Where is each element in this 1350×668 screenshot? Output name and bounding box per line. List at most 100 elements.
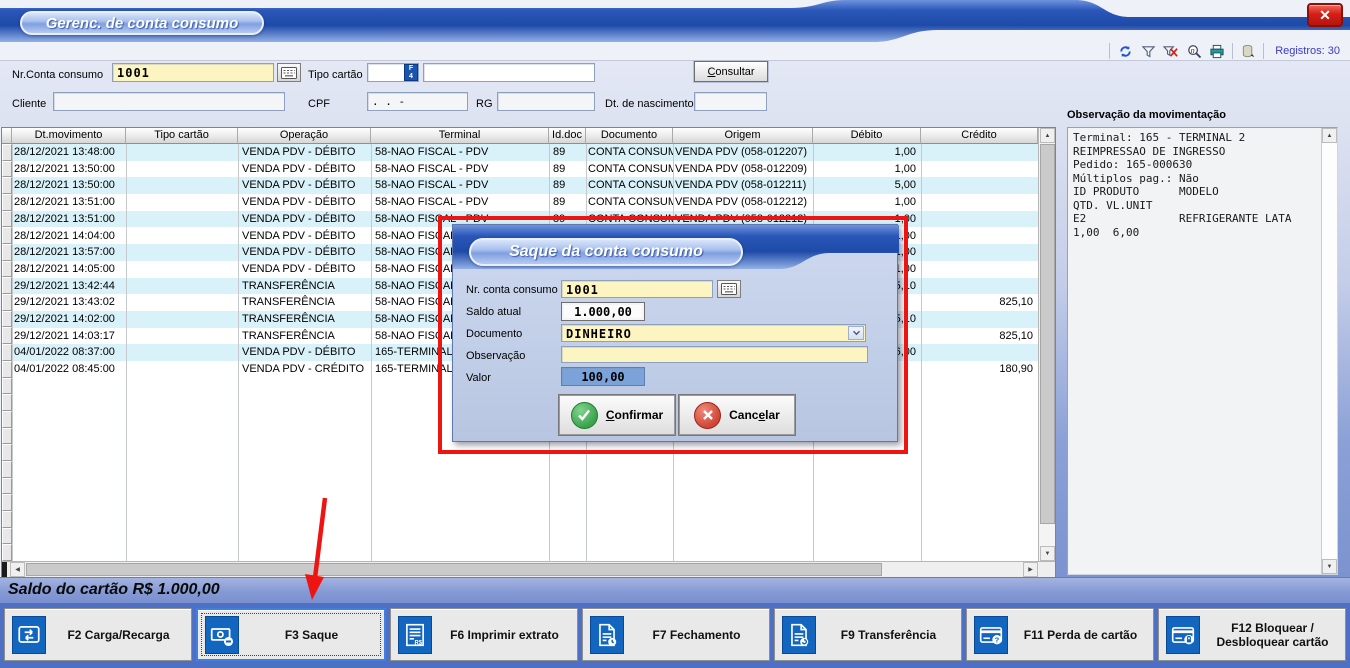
table-cell [126,311,238,328]
row-indicator[interactable] [2,261,12,278]
column-separator [371,144,372,561]
observacao-text: Terminal: 165 - TERMINAL 2 REIMPRESSAO D… [1073,131,1319,571]
f9-transferencia-button[interactable]: F9 Transferência [774,608,962,661]
table-cell: 58-NAO FISCAL - PDV [371,144,549,161]
confirmar-button[interactable]: Confirmar [559,395,675,435]
row-indicator[interactable] [2,461,12,478]
f3-saque-button[interactable]: F3 Saque [196,608,386,661]
vertical-scroll-thumb[interactable] [1040,144,1055,524]
dialog-documento-select[interactable]: DINHEIRO [561,324,866,342]
table-cell: CONTA CONSUMO [586,144,673,161]
column-header[interactable]: Crédito [921,128,1038,144]
table-cell: VENDA PDV (058-012211) [673,177,813,194]
chevron-down-icon[interactable] [848,326,864,340]
toolbar: n Registros: 30 [0,42,1350,60]
table-cell [126,361,238,378]
f6-imprimir-extrato-button[interactable]: R$ F6 Imprimir extrato [390,608,578,661]
search-records-icon[interactable]: n [1186,43,1202,59]
dialog-valor-label: Valor [466,372,491,384]
clear-filter-icon[interactable] [1163,43,1179,59]
f11-perda-cartao-button[interactable]: ? F11 Perda de cartão [966,608,1154,661]
nr-conta-input[interactable]: 1001 [112,63,274,82]
table-cell: CONTA CONSUMO [586,194,673,211]
rg-input[interactable] [497,92,595,111]
row-indicator[interactable] [2,428,12,445]
consultar-button[interactable]: Consultar [694,61,768,82]
dialog-nr-conta-input[interactable]: 1001 [561,280,713,298]
scroll-up-icon[interactable]: ▲ [1040,128,1055,143]
scroll-right-icon[interactable]: ▶ [1023,562,1038,577]
row-indicator[interactable] [2,394,12,411]
f9-label: F9 Transferência [816,628,961,642]
column-header[interactable]: Tipo cartão [126,128,238,144]
table-row[interactable]: 28/12/2021 13:50:00VENDA PDV - DÉBITO58-… [12,161,1038,178]
horizontal-scrollbar[interactable]: ◀ ▶ [2,561,1055,577]
row-indicator[interactable] [2,277,12,294]
row-indicator[interactable] [2,161,12,178]
column-header[interactable]: Dt.movimento [12,128,126,144]
table-row[interactable]: 28/12/2021 13:48:00VENDA PDV - DÉBITO58-… [12,144,1038,161]
dt-nascimento-input[interactable] [694,92,767,111]
close-button[interactable]: ✕ [1307,3,1343,27]
row-indicator[interactable] [2,244,12,261]
row-indicator[interactable] [2,361,12,378]
observacao-scrollbar[interactable]: ▲ ▼ [1321,128,1337,574]
table-cell: VENDA PDV - DÉBITO [238,211,371,228]
table-cell [921,211,1038,228]
column-header[interactable]: Origem [673,128,813,144]
print-icon[interactable] [1209,43,1225,59]
vertical-scrollbar[interactable]: ▲ ▼ [1038,128,1055,561]
dialog-observacao-input[interactable] [561,346,868,363]
row-indicator[interactable] [2,544,12,561]
row-indicator[interactable] [2,444,12,461]
svg-text:?: ? [995,635,1000,644]
dialog-valor-input[interactable]: 100,00 [561,367,645,386]
table-row[interactable]: 28/12/2021 13:51:00VENDA PDV - DÉBITO58-… [12,194,1038,211]
row-indicator[interactable] [2,227,12,244]
scroll-down-icon[interactable]: ▼ [1040,546,1055,561]
f2-carga-recarga-button[interactable]: F2 Carga/Recarga [4,608,192,661]
row-indicator[interactable] [2,294,12,311]
column-header[interactable]: Documento [586,128,673,144]
row-indicator[interactable] [2,211,12,228]
scroll-up-icon[interactable]: ▲ [1322,128,1337,143]
table-cell [126,278,238,295]
row-indicator[interactable] [2,411,12,428]
row-indicator[interactable] [2,478,12,495]
row-indicator[interactable] [2,344,12,361]
row-indicator[interactable] [2,494,12,511]
scroll-left-icon[interactable]: ◀ [10,562,25,577]
f12-bloquear-desbloquear-button[interactable]: F12 Bloquear / Desbloquear cartão [1158,608,1346,661]
keyboard-icon [721,283,737,295]
tipo-cartao-desc-input[interactable] [423,63,595,82]
table-cell: 1,00 [813,144,921,161]
column-header[interactable]: Débito [813,128,921,144]
row-indicator[interactable] [2,378,12,395]
row-indicator[interactable] [2,311,12,328]
row-indicator[interactable] [2,327,12,344]
f4-lookup-button[interactable]: F4 [404,64,418,81]
table-cell: 89 [549,177,586,194]
row-indicator[interactable] [2,144,12,161]
column-header[interactable]: Id.doc [549,128,586,144]
cancelar-button[interactable]: Cancelar [679,395,795,435]
filter-icon[interactable] [1140,43,1156,59]
table-row[interactable]: 28/12/2021 13:50:00VENDA PDV - DÉBITO58-… [12,177,1038,194]
column-header[interactable]: Operação [238,128,371,144]
column-separator [126,144,127,561]
horizontal-scroll-thumb[interactable] [26,563,882,576]
scroll-down-icon[interactable]: ▼ [1322,559,1337,574]
cpf-input[interactable]: . . - [367,92,468,111]
cliente-input[interactable] [53,92,285,111]
f7-fechamento-button[interactable]: F7 Fechamento [582,608,770,661]
table-cell: 29/12/2021 14:02:00 [12,311,126,328]
row-indicator[interactable] [2,194,12,211]
row-indicator[interactable] [2,177,12,194]
virtual-keyboard-button[interactable] [277,63,301,82]
refresh-icon[interactable] [1117,43,1133,59]
row-indicator[interactable] [2,511,12,528]
export-database-icon[interactable] [1240,43,1256,59]
row-indicator[interactable] [2,528,12,545]
column-header[interactable]: Terminal [371,128,549,144]
dialog-virtual-keyboard-button[interactable] [717,280,741,298]
